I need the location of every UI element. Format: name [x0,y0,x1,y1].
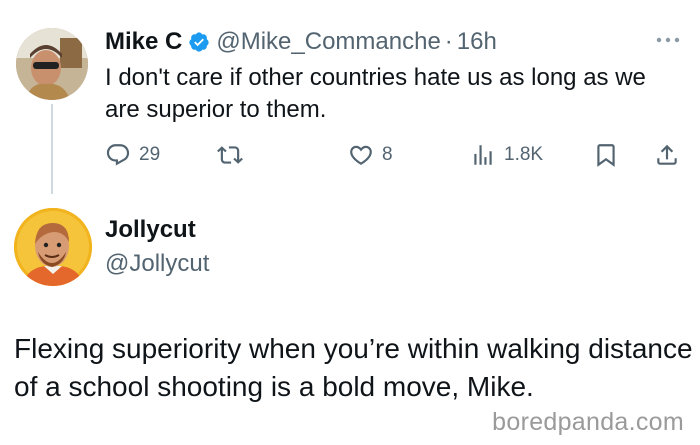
retweet-icon [217,146,243,164]
separator-dot: · [444,28,453,55]
author-handle[interactable]: @Mike_Commanche [216,28,440,56]
author-avatar[interactable] [16,28,88,100]
avatar-illustration [14,208,92,286]
like-button[interactable]: 8 [348,139,393,171]
thread-line [51,104,53,194]
tweet-actions: 29 8 1.8K [105,139,685,171]
reply-icon [106,144,130,166]
bookmark-button[interactable] [593,139,619,171]
tweet-text: I don't care if other countries hate us … [105,64,646,123]
like-icon [350,145,372,165]
reply-count: 29 [139,144,161,165]
share-icon [657,144,677,165]
reply-author-handle[interactable]: @Jollycut [105,250,209,278]
reply-button[interactable]: 29 [105,139,160,171]
retweet-button[interactable] [217,139,243,171]
timestamp[interactable]: 16h [457,28,497,56]
avatar-photo [16,28,88,100]
views-count: 1.8K [504,144,544,165]
reply-text: Flexing superiority when you’re within w… [14,333,693,402]
like-count: 8 [382,144,393,165]
tweet-header: Mike C @Mike_Commanche · 16h [105,26,497,58]
more-icon[interactable] [654,30,682,50]
views-icon [474,145,492,165]
author-name[interactable]: Mike C [105,28,182,56]
reply-author-name[interactable]: Jollycut [105,216,196,244]
reply-author-avatar[interactable] [14,208,92,286]
verified-badge-icon [188,31,210,53]
bookmark-icon [597,144,615,167]
views-button[interactable]: 1.8K [470,139,543,171]
share-button[interactable] [654,139,680,171]
watermark: boredpanda.com [492,408,684,436]
